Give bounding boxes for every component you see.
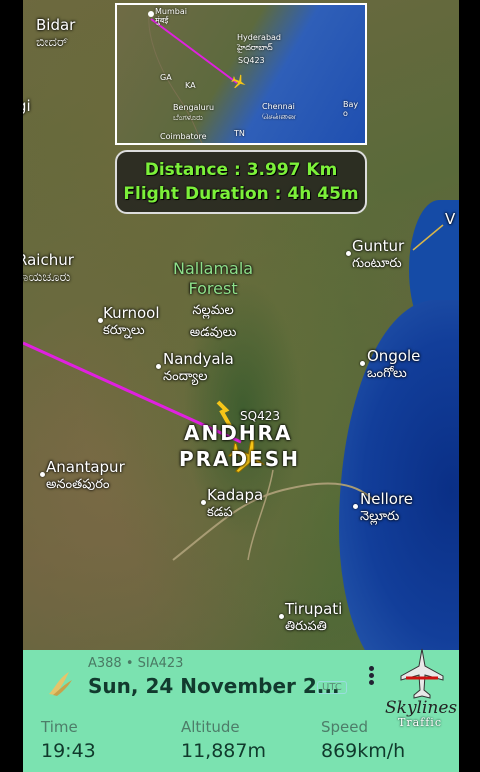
inset-label-ga: GA: [160, 73, 172, 82]
place-kurnool: Kurnool కర్నూలు: [103, 304, 160, 338]
altitude-value: 11,887m: [181, 740, 266, 762]
duration-text: Flight Duration : 4h 45m: [123, 184, 359, 204]
city-dot-nandyala: [156, 364, 161, 369]
time-label: Time: [41, 718, 78, 736]
flight-code: A388 • SIA423: [88, 656, 184, 671]
inset-label-coimbatore: Coimbatore: [160, 132, 207, 141]
river: [172, 482, 374, 561]
edge-label-gi: gi: [23, 97, 31, 115]
inset-label-hyderabad: Hyderabad: [237, 33, 281, 42]
brand-name: Skylines: [385, 698, 458, 718]
inset-airplane-icon: [231, 74, 246, 89]
inset-label-mumbai-local: मुंबई: [155, 16, 169, 25]
inset-label-bengaluru: Bengaluru: [173, 103, 215, 112]
place-nandyala: Nandyala నంద్యాల: [163, 350, 234, 384]
place-raichur: Raichurರಾಯಚೂರು: [23, 251, 74, 285]
inset-label-bengaluru-local: ಬೆಂಗಳೂರು: [173, 113, 203, 122]
city-dot-tirupati: [279, 614, 284, 619]
inset-label-ka: KA: [185, 81, 196, 90]
city-dot-nellore: [353, 504, 358, 509]
skylines-plane-logo-icon: [400, 648, 444, 699]
place-kadapa: Kadapa కడప: [207, 486, 264, 520]
place-anantapur: Anantapur అనంతపురం: [46, 458, 125, 492]
utc-toggle[interactable]: UTC: [317, 681, 347, 694]
city-dot-ongole: [360, 361, 365, 366]
place-ongole: Ongole ఒంగోలు: [367, 347, 421, 381]
city-dot-guntur: [346, 251, 351, 256]
state-label-line1: ANDHRA: [184, 421, 293, 445]
inset-label-mumbai: Mumbai: [155, 7, 187, 16]
flight-summary-box: Distance : 3.997 Km Flight Duration : 4h…: [115, 150, 367, 214]
more-options-icon[interactable]: [369, 666, 375, 687]
place-bidar: Bidar ಬೀದರ್: [36, 16, 76, 50]
airline-logo-icon: [49, 672, 72, 696]
brand-subtitle: Traffic: [398, 716, 442, 729]
distance-text: Distance : 3.997 Km: [144, 160, 338, 180]
inset-label-bay: Bay o: [343, 100, 359, 118]
state-label-line2: PRADESH: [179, 447, 300, 471]
road: [412, 224, 444, 251]
inset-label-chennai: Chennai: [262, 102, 295, 111]
flight-date: Sun, 24 November 2...: [88, 674, 340, 698]
place-tirupati: Tirupati తిరుపతి: [285, 600, 343, 634]
edge-label-v: V: [445, 210, 456, 228]
inset-label-chennai-local: சென்னை: [262, 112, 296, 121]
inset-label-flight: SQ423: [238, 56, 265, 65]
speed-value: 869km/h: [321, 740, 406, 762]
city-dot-kadapa: [201, 500, 206, 505]
inset-overview-map[interactable]: Mumbai मुंबई Hyderabad హైదరాబాద్ SQ423 G…: [115, 3, 367, 145]
time-value: 19:43: [41, 740, 96, 762]
city-dot-anantapur: [40, 472, 45, 477]
forest-label: Nallamala Forest నల్లమల అడవులు: [173, 259, 254, 340]
place-nellore: Nellore నెల్లూరు: [360, 490, 414, 524]
altitude-label: Altitude: [181, 718, 240, 736]
speed-label: Speed: [321, 718, 369, 736]
place-guntur: Guntur గుంటూరు: [352, 237, 405, 271]
inset-label-hyderabad-local: హైదరాబాద్: [237, 43, 273, 52]
inset-label-tn: TN: [234, 129, 245, 138]
